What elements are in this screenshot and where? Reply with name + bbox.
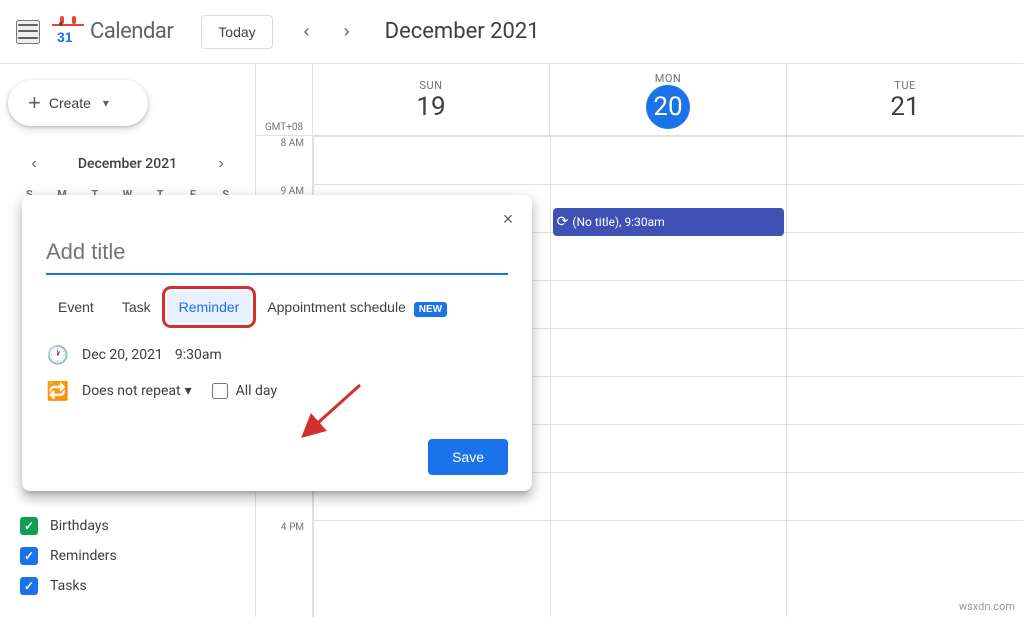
mini-next-button[interactable]: › <box>207 150 235 178</box>
tab-task[interactable]: Task <box>110 291 163 323</box>
chevron-down-icon: ▾ <box>103 96 109 110</box>
time-8am: 8 AM <box>256 136 312 184</box>
cal-header-mon: MON 20 <box>549 64 786 137</box>
plus-icon: + <box>28 92 41 114</box>
popup-tabs: Event Task Reminder Appointment schedule… <box>46 291 508 323</box>
mini-cal-header: ‹ December 2021 › <box>12 146 243 182</box>
svg-text:◾: ◾ <box>57 22 64 28</box>
repeat-label: Does not repeat <box>82 383 181 399</box>
reminders-label: Reminders <box>50 548 117 564</box>
sidebar-item-reminders[interactable]: ✓ Reminders <box>8 541 247 571</box>
sun-label: SUN <box>419 79 442 92</box>
calendar-event[interactable]: ⟳ (No title), 9:30am <box>553 208 785 236</box>
reminders-checkbox[interactable]: ✓ <box>20 547 38 565</box>
create-button[interactable]: + Create ▾ <box>8 80 148 126</box>
repeat-icon: 🔁 <box>46 379 70 403</box>
repeat-row: 🔁 Does not repeat ▾ All day <box>46 379 508 403</box>
chevron-down-repeat-icon: ▾ <box>185 383 192 399</box>
create-label: Create <box>49 95 91 111</box>
cal-header-sun: SUN 19 <box>312 64 549 137</box>
month-title: December 2021 <box>385 19 540 44</box>
next-button[interactable]: › <box>329 14 365 50</box>
tab-reminder[interactable]: Reminder <box>167 291 252 323</box>
gmt-label: GMT+08 <box>256 64 312 137</box>
svg-text:31: 31 <box>57 29 73 45</box>
save-button[interactable]: Save <box>428 439 508 475</box>
popup-footer: Save <box>22 431 532 491</box>
tue-num: 21 <box>890 92 919 122</box>
top-header: 31 ◾ Calendar Today ‹ › December 2021 <box>0 0 1023 64</box>
popup-header: × <box>22 195 532 235</box>
tasks-label: Tasks <box>50 578 87 594</box>
event-title-input[interactable] <box>46 235 508 275</box>
tab-event[interactable]: Event <box>46 291 106 323</box>
check-icon-2: ✓ <box>24 549 34 563</box>
sidebar-item-birthdays[interactable]: ✓ Birthdays <box>8 511 247 541</box>
repeat-dropdown[interactable]: Does not repeat ▾ <box>82 383 192 399</box>
mon-num: 20 <box>646 85 690 129</box>
sidebar-sections: ✓ Birthdays ✓ Reminders ✓ Tasks <box>8 503 247 609</box>
prev-button[interactable]: ‹ <box>289 14 325 50</box>
datetime-row: 🕐 Dec 20, 2021 9:30am <box>46 343 508 367</box>
app-title: Calendar <box>90 19 173 44</box>
new-badge: NEW <box>414 302 447 317</box>
nav-arrows: ‹ › <box>289 14 365 50</box>
today-button[interactable]: Today <box>201 15 272 49</box>
check-icon: ✓ <box>24 519 34 533</box>
allday-label: All day <box>236 383 277 399</box>
menu-button[interactable] <box>16 20 40 44</box>
tasks-checkbox[interactable]: ✓ <box>20 577 38 595</box>
sun-num: 19 <box>416 92 445 122</box>
app-logo: 31 ◾ Calendar <box>52 16 173 48</box>
reminder-event-icon: ⟳ <box>557 214 569 230</box>
mini-cal-title: December 2021 <box>78 156 177 172</box>
mini-prev-button[interactable]: ‹ <box>20 150 48 178</box>
cal-header-tue: TUE 21 <box>786 64 1023 137</box>
check-icon-3: ✓ <box>24 579 34 593</box>
col-mon[interactable]: ⟳ (No title), 9:30am <box>550 136 787 617</box>
tab-appointment[interactable]: Appointment schedule NEW <box>255 291 459 323</box>
popup-body: Event Task Reminder Appointment schedule… <box>22 235 532 431</box>
date-value[interactable]: Dec 20, 2021 <box>82 347 163 363</box>
clock-icon: 🕐 <box>46 343 70 367</box>
sidebar-item-tasks[interactable]: ✓ Tasks <box>8 571 247 601</box>
cal-header-row: GMT+08 SUN 19 MON 20 TUE 21 <box>256 64 1023 136</box>
birthdays-checkbox[interactable]: ✓ <box>20 517 38 535</box>
col-tue <box>786 136 1023 617</box>
watermark: wsxdn.com <box>959 600 1015 613</box>
allday-row: All day <box>212 383 277 399</box>
allday-checkbox[interactable] <box>212 383 228 399</box>
event-label: (No title), 9:30am <box>572 215 664 229</box>
time-value[interactable]: 9:30am <box>175 347 222 363</box>
tue-label: TUE <box>894 79 915 92</box>
mon-label: MON <box>655 72 682 85</box>
birthdays-label: Birthdays <box>50 518 109 534</box>
close-button[interactable]: × <box>492 203 524 235</box>
popup-dialog: × Event Task Reminder Appointment schedu… <box>22 195 532 491</box>
time-4pm: 4 PM <box>256 520 312 568</box>
